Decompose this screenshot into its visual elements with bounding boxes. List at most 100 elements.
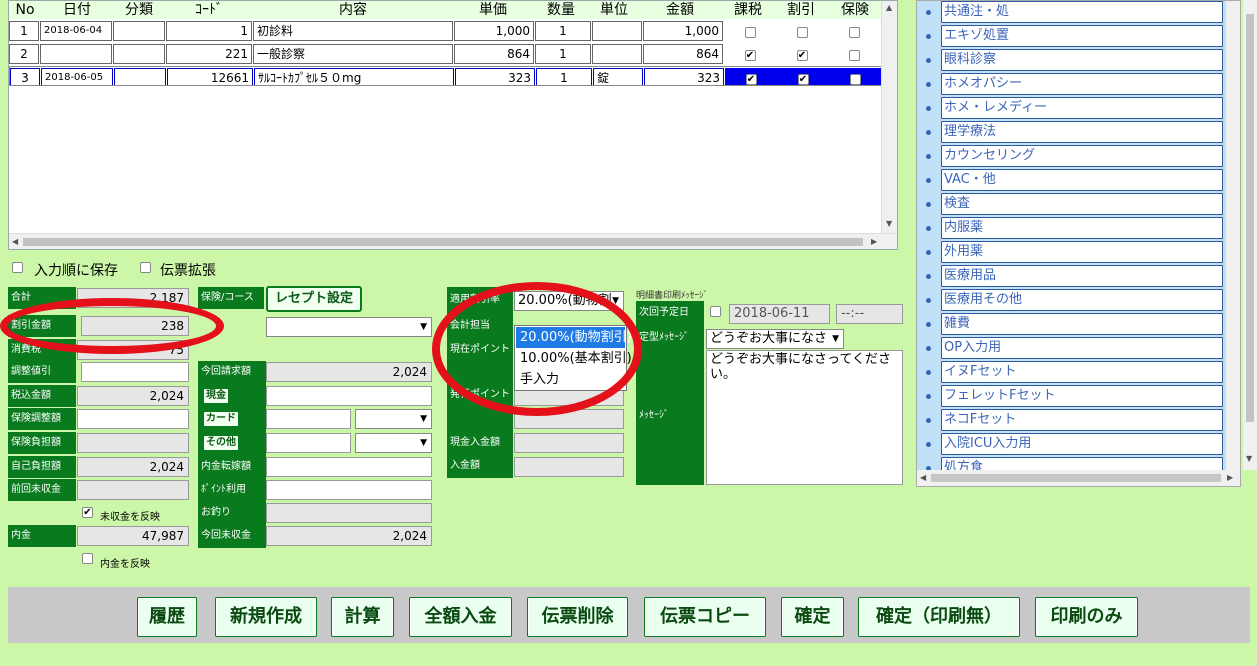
template-message-select[interactable]: どうぞお大事になさ ▼ (706, 329, 844, 349)
discount-checkbox[interactable]: ✔ (797, 74, 809, 85)
row-content[interactable]: ｻﾙｺｰﾄｶﾌﾟｾﾙ５０mg (254, 68, 454, 85)
copy-slip-button[interactable]: 伝票コピー (644, 597, 766, 637)
row-qty[interactable]: 1 (535, 44, 591, 64)
sidebar-horizontal-scrollbar[interactable]: ◀ ▶ (917, 470, 1240, 486)
discount-checkbox[interactable] (796, 27, 808, 38)
grid-horizontal-scroll-thumb[interactable] (23, 238, 863, 246)
grid-horizontal-scrollbar[interactable]: ◀ ▶ (9, 233, 897, 249)
row-amount[interactable]: 864 (643, 44, 723, 64)
sidebar-item[interactable]: 内服薬 (941, 217, 1223, 239)
row-price[interactable]: 323 (455, 68, 535, 85)
row-code[interactable]: 221 (166, 44, 252, 64)
deposit-transfer-input[interactable] (266, 457, 432, 477)
row-code[interactable]: 1 (166, 21, 252, 41)
scroll-left-icon[interactable]: ◀ (920, 473, 926, 482)
table-row[interactable]: 1 2018-06-04 1 初診料 1,000 1 1,000 (9, 20, 883, 42)
sidebar-item[interactable]: OP入力用 (941, 337, 1223, 359)
receipt-settings-button[interactable]: レセプト設定 (266, 286, 362, 312)
tax-checkbox[interactable] (744, 27, 756, 38)
next-time-input[interactable]: --:-- (836, 304, 903, 324)
scroll-right-icon[interactable]: ▶ (1227, 473, 1233, 482)
full-payment-button[interactable]: 全額入金 (409, 597, 512, 637)
sidebar-item[interactable]: 雑費 (941, 313, 1223, 335)
page-vertical-scrollbar[interactable]: ▼ (1243, 0, 1257, 470)
table-row-selected[interactable]: 3 2018-06-05 12661 ｻﾙｺｰﾄｶﾌﾟｾﾙ５０mg 323 1 … (9, 66, 883, 86)
card-button[interactable]: カード (202, 410, 240, 428)
reflect-deposit-checkbox[interactable] (82, 553, 93, 564)
card-amount-input[interactable] (266, 409, 351, 429)
other-amount-input[interactable] (266, 433, 351, 453)
scroll-down-icon[interactable]: ▼ (1246, 454, 1252, 463)
sidebar-item[interactable]: イヌFセット (941, 361, 1223, 383)
row-price[interactable]: 864 (454, 44, 534, 64)
row-content[interactable]: 初診料 (253, 21, 453, 41)
cash-input[interactable] (266, 386, 432, 406)
row-price[interactable]: 1,000 (454, 21, 534, 41)
row-content[interactable]: 一般診察 (253, 44, 453, 64)
row-unit[interactable]: 錠 (593, 68, 643, 85)
scroll-left-icon[interactable]: ◀ (12, 237, 18, 246)
cash-button[interactable]: 現金 (202, 387, 230, 405)
confirm-no-print-button[interactable]: 確定（印刷無） (858, 597, 1020, 637)
sidebar-item[interactable]: 検査 (941, 193, 1223, 215)
next-date-input[interactable]: 2018-06-11 (729, 304, 830, 324)
sidebar-item[interactable]: ホメ・レメディー (941, 97, 1223, 119)
tax-checkbox[interactable]: ✔ (745, 74, 757, 85)
grid-vertical-scrollbar[interactable]: ▲ ▼ (881, 1, 897, 233)
scroll-right-icon[interactable]: ▶ (871, 237, 877, 246)
expand-slip-checkbox[interactable] (140, 262, 151, 273)
row-date[interactable]: 2018-06-04 (40, 21, 112, 41)
row-date[interactable] (40, 44, 112, 64)
sidebar-item[interactable]: VAC・他 (941, 169, 1223, 191)
discount-checkbox[interactable]: ✔ (796, 50, 808, 61)
message-textarea[interactable]: どうぞお大事になさってください。 (706, 350, 903, 485)
row-category[interactable] (113, 21, 165, 41)
sidebar-vertical-scrollbar[interactable] (1226, 1, 1240, 471)
insurance-adjustment-input[interactable] (77, 409, 189, 429)
row-date[interactable]: 2018-06-05 (41, 68, 113, 85)
row-qty[interactable]: 1 (536, 68, 592, 85)
save-in-order-checkbox[interactable] (12, 262, 23, 273)
sidebar-item[interactable]: 医療用品 (941, 265, 1223, 287)
row-qty[interactable]: 1 (535, 21, 591, 41)
history-button[interactable]: 履歴 (137, 597, 197, 637)
calculate-button[interactable]: 計算 (331, 597, 394, 637)
page-scroll-thumb[interactable] (1246, 14, 1254, 422)
sidebar-item[interactable]: 外用薬 (941, 241, 1223, 263)
scroll-down-icon[interactable]: ▼ (886, 219, 892, 228)
row-category[interactable] (114, 68, 166, 85)
sidebar-item[interactable]: 眼科診察 (941, 49, 1223, 71)
row-amount[interactable]: 323 (644, 68, 724, 85)
insurance-checkbox[interactable] (848, 50, 860, 61)
sidebar-item[interactable]: 医療用その他 (941, 289, 1223, 311)
other-type-select[interactable]: ▼ (355, 433, 432, 453)
insurance-checkbox[interactable] (848, 27, 860, 38)
sidebar-item[interactable]: ネコFセット (941, 409, 1223, 431)
reflect-uncollected-checkbox[interactable]: ✔ (82, 507, 93, 518)
row-unit[interactable] (592, 21, 642, 41)
row-code[interactable]: 12661 (167, 68, 253, 85)
sidebar-item[interactable]: フェレットFセット (941, 385, 1223, 407)
row-amount[interactable]: 1,000 (643, 21, 723, 41)
print-only-button[interactable]: 印刷のみ (1035, 597, 1138, 637)
insurance-checkbox[interactable] (849, 74, 861, 85)
row-category[interactable] (113, 44, 165, 64)
row-unit[interactable] (592, 44, 642, 64)
scroll-up-icon[interactable]: ▲ (886, 3, 892, 12)
table-row[interactable]: 2 221 一般診察 864 1 864 ✔ ✔ (9, 43, 883, 65)
sidebar-item[interactable]: カウンセリング (941, 145, 1223, 167)
delete-slip-button[interactable]: 伝票削除 (527, 597, 628, 637)
card-type-select[interactable]: ▼ (355, 409, 432, 429)
confirm-button[interactable]: 確定 (781, 597, 844, 637)
sidebar-item[interactable]: 共通注・処 (941, 1, 1223, 23)
points-used-input[interactable] (266, 480, 432, 500)
adjustment-discount-input[interactable] (81, 362, 189, 382)
sidebar-item[interactable]: 理学療法 (941, 121, 1223, 143)
next-date-checkbox[interactable] (710, 306, 721, 317)
sidebar-item[interactable]: エキゾ処置 (941, 25, 1223, 47)
sidebar-scroll-thumb[interactable] (931, 474, 1221, 482)
insurance-course-select[interactable]: ▼ (266, 317, 432, 337)
sidebar-item[interactable]: 入院ICU入力用 (941, 433, 1223, 455)
other-payment-button[interactable]: その他 (202, 434, 240, 452)
new-create-button[interactable]: 新規作成 (215, 597, 317, 637)
